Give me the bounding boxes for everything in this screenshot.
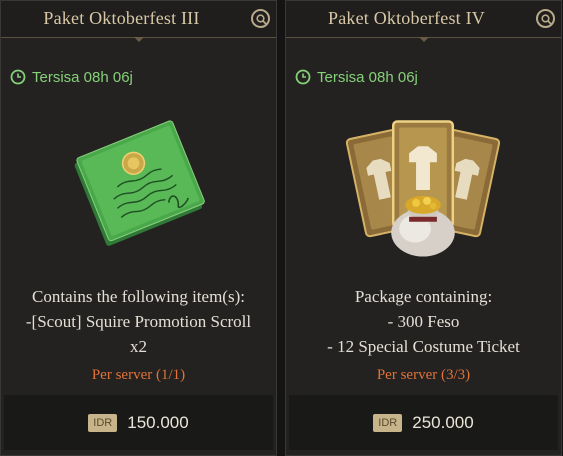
card-title: Paket Oktoberfest III — [43, 8, 200, 28]
clock-icon — [10, 69, 26, 85]
description-line: -[Scout] Squire Promotion Scroll — [25, 312, 252, 331]
time-remaining: Tersisa 08h 06j — [295, 68, 418, 86]
package-description: Contains the following item(s): -[Scout]… — [7, 284, 270, 359]
price-value: 250.000 — [412, 412, 474, 432]
card-header: Paket Oktoberfest III — [1, 1, 276, 42]
description-line: Contains the following item(s): — [32, 287, 245, 306]
currency-badge: IDR — [373, 413, 403, 432]
description-line: x2 — [130, 337, 147, 356]
description-line: - 300 Feso — [387, 312, 460, 331]
price-value: 150.000 — [127, 412, 189, 432]
timer-text: Tersisa 08h 06j — [317, 68, 418, 86]
description-line: - 12 Special Costume Ticket — [327, 337, 520, 356]
search-icon[interactable] — [536, 9, 555, 28]
card-header: Paket Oktoberfest IV — [286, 1, 561, 42]
buy-button[interactable]: IDR 150.000 — [4, 395, 273, 450]
time-remaining: Tersisa 08h 06j — [10, 68, 133, 86]
feso-costume-bundle-icon — [345, 120, 501, 257]
package-card-oktoberfest-iv[interactable]: Paket Oktoberfest IV Tersisa 08h 06j Pac… — [285, 0, 562, 456]
shop-grid: Paket Oktoberfest III Tersisa 08h 06j Co… — [0, 0, 563, 456]
promotion-scroll-icon — [74, 120, 205, 246]
clock-icon — [295, 69, 311, 85]
header-notch — [418, 37, 429, 42]
buy-button[interactable]: IDR 250.000 — [289, 395, 558, 450]
purchase-limit: Per server (1/1) — [91, 367, 186, 383]
search-icon[interactable] — [251, 9, 270, 28]
purchase-limit: Per server (3/3) — [376, 367, 471, 383]
header-notch — [133, 37, 144, 42]
timer-text: Tersisa 08h 06j — [32, 68, 133, 86]
currency-badge: IDR — [88, 413, 118, 432]
description-line: Package containing: — [354, 287, 493, 306]
package-card-oktoberfest-iii[interactable]: Paket Oktoberfest III Tersisa 08h 06j Co… — [0, 0, 277, 456]
package-description: Package containing: - 300 Feso - 12 Spec… — [292, 284, 555, 359]
card-title: Paket Oktoberfest IV — [328, 8, 485, 28]
